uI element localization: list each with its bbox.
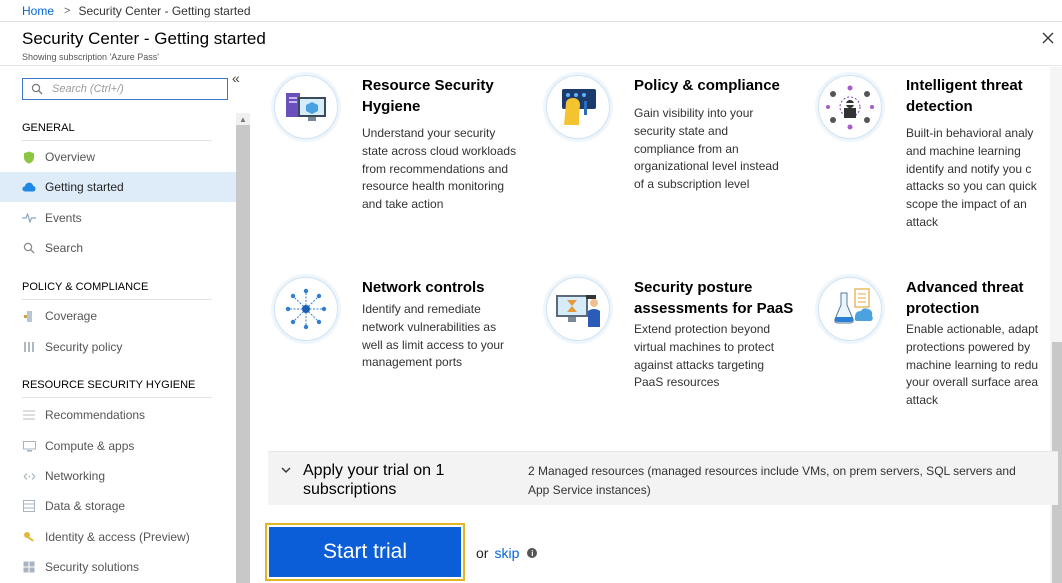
sidebar-item-label: Compute & apps [45,439,135,453]
divider [22,299,212,300]
threat-detection-icon [818,75,882,139]
breadcrumb-current: Security Center - Getting started [78,3,251,18]
shield-icon [22,150,36,164]
search-icon [31,83,43,95]
sidebar-item-label: Events [45,211,82,225]
sidebar-item-overview[interactable]: Overview [0,142,236,172]
sidebar: « GENERAL Overview Getting started [0,67,250,583]
scroll-up-icon[interactable]: ▲ [239,115,247,124]
sidebar-item-label: Coverage [45,309,98,323]
sidebar-item-label: Getting started [45,180,124,194]
skip-link[interactable]: skip [494,545,519,561]
feature-threat-detection: Intelligent threat detection Built-in be… [818,75,1062,235]
section-label-general: GENERAL [22,122,75,134]
chevron-down-icon[interactable] [280,464,292,476]
sidebar-item-search[interactable]: Search [0,233,236,263]
network-controls-icon [274,277,338,341]
sidebar-item-events[interactable]: Events [0,203,236,233]
breadcrumb-home-link[interactable]: Home [22,4,54,18]
feature-description: Identify and remediate network vulnerabi… [362,302,505,370]
feature-title: Resource Security Hygiene [362,77,494,115]
sidebar-item-recommendations[interactable]: Recommendations [0,400,236,430]
start-trial-button[interactable]: Start trial [265,523,465,581]
coverage-icon [22,309,36,323]
storage-icon [22,499,36,513]
collapse-sidebar-button[interactable]: « [232,70,240,86]
sidebar-item-identity-access[interactable]: Identity & access (Preview) [0,522,236,552]
sidebar-item-label: Overview [45,150,96,164]
posture-assessment-icon [546,277,610,341]
sidebar-item-label: Search [45,241,84,255]
sidebar-item-label: Identity & access (Preview) [45,530,190,544]
sidebar-item-getting-started[interactable]: Getting started [0,172,236,202]
feature-description: Extend protection beyond virtual machine… [634,322,775,390]
main-content: Resource Security Hygiene Understand you… [250,67,1062,583]
policy-compliance-icon [546,75,610,139]
feature-description: Gain visibility into your security state… [634,106,779,192]
feature-policy-compliance: Policy & compliance Gain visibility into… [546,75,816,225]
sidebar-item-security-solutions[interactable]: Security solutions [0,552,236,582]
feature-posture-assessment: Security posture assessments for PaaS Ex… [546,277,816,397]
search-icon [22,241,36,255]
feature-title: Network controls [362,279,485,296]
trial-title: Apply your trial on 1 subscriptions [303,462,445,498]
feature-description: Built-in behavioral analy and machine le… [906,126,1037,229]
sidebar-item-label: Networking [45,469,106,483]
trial-section: Apply your trial on 1 subscriptions 2 Ma… [268,451,1058,505]
feature-description: Understand your security state across cl… [362,126,517,212]
sidebar-item-coverage[interactable]: Coverage [0,301,236,331]
sidebar-scroll-thumb[interactable] [236,125,250,583]
sidebar-item-compute-apps[interactable]: Compute & apps [0,431,236,461]
feature-title: Security posture assessments for PaaS [634,279,794,317]
sidebar-item-label: Security solutions [45,560,140,574]
blade-header: Security Center - Getting started Showin… [0,22,1062,66]
sidebar-scrollbar[interactable]: ▲ [236,113,250,583]
feature-network-controls: Network controls Identify and remediate … [274,277,544,397]
feature-description: Enable actionable, adapt protections pow… [906,322,1039,408]
feature-resource-hygiene: Resource Security Hygiene Understand you… [274,75,544,225]
section-label-resource-hygiene: RESOURCE SECURITY HYGIENE [22,379,196,391]
info-icon[interactable]: i [527,548,538,558]
list-icon [22,408,36,422]
sidebar-nav: GENERAL Overview Getting started Events … [0,109,236,583]
feature-title: Intelligent threat detection [906,77,1023,115]
resource-hygiene-icon [274,75,338,139]
page-title: Security Center - Getting started [22,29,266,48]
breadcrumb: Home > Security Center - Getting started [0,0,1062,22]
start-trial-label: Start trial [269,527,461,577]
compute-icon [22,439,36,453]
feature-title: Policy & compliance [634,77,780,94]
solutions-icon [22,560,36,574]
cloud-icon [22,180,36,194]
trial-description: 2 Managed resources (managed resources i… [528,464,1016,497]
skip-area: or skip i [476,545,538,561]
sidebar-search-input[interactable] [52,83,212,95]
sidebar-item-data-storage[interactable]: Data & storage [0,491,236,521]
or-text: or [476,545,489,561]
divider [22,397,212,398]
sidebar-item-label: Recommendations [45,408,146,422]
key-icon [22,530,36,544]
sidebar-item-label: Security policy [45,340,123,354]
threat-protection-icon [818,277,882,341]
pulse-icon [22,211,36,225]
sidebar-search-box[interactable] [22,78,228,100]
policy-icon [22,340,36,354]
page-subtitle: Showing subscription 'Azure Pass' [22,52,160,62]
content-scrollbar[interactable] [1050,67,1062,583]
feature-title: Advanced threat protection [906,279,1024,317]
sidebar-item-label: Data & storage [45,499,126,513]
sidebar-item-networking[interactable]: Networking [0,461,236,491]
breadcrumb-separator: > [64,4,71,17]
section-label-policy-compliance: POLICY & COMPLIANCE [22,281,149,293]
feature-threat-protection: Advanced threat protection Enable action… [818,277,1062,427]
network-icon [22,469,36,483]
divider [22,140,212,141]
close-icon[interactable] [1040,30,1056,46]
sidebar-item-security-policy[interactable]: Security policy [0,332,236,362]
